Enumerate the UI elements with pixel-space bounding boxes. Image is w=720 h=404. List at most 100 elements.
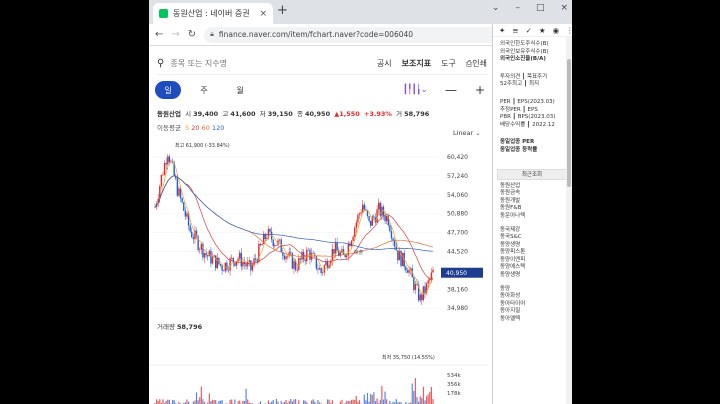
print-button[interactable]: ⎙인쇄 [466,58,487,69]
candle-icon[interactable]: ┃╿┃╽⌄ [403,85,428,95]
maximize-icon[interactable]: □ [536,3,545,13]
candle-body [245,264,247,267]
low-label: 저 [259,110,266,118]
volume-bar [421,397,423,404]
close-label: 종 [296,110,303,118]
recent-stock-link[interactable]: 동양피스톤 [493,249,572,257]
volume-bar [355,395,357,404]
candle-body [317,268,319,270]
period-week-tab[interactable]: 주 [191,81,217,99]
recent-stock-link[interactable]: 동양생명 [493,272,572,280]
side-scrollbar[interactable] [566,37,572,404]
candle-body [430,272,433,280]
volume-bar [424,400,426,404]
volume-bar [155,399,158,404]
recent-stock-link[interactable]: 동아엘텍 [493,316,572,324]
zoom-out-button[interactable]: — [445,83,457,97]
volume-bar [285,399,287,404]
price-chart[interactable]: 60,42057,24054,06050,88047,70044,52041,3… [149,139,492,404]
recent-stock-link[interactable]: 동양에스텍 [493,264,572,272]
candle-body [405,266,407,271]
candle-body [230,257,233,259]
period-selector: 일 주 월 ┃╿┃╽⌄ — + [155,79,485,101]
chart-tools: 공시 보조지표 도구 ⎙인쇄 [377,58,487,69]
candle-body [307,249,310,251]
reload-button[interactable]: ↻ [188,29,196,40]
period-day-tab[interactable]: 일 [155,81,181,99]
forward-button[interactable]: → [171,29,179,40]
recent-stock-link[interactable]: 동국제강 [493,227,572,235]
extension-icon[interactable]: ✦ [499,26,505,35]
recent-stock-link[interactable]: 동아지질 [493,308,572,316]
high-value: 41,600 [230,110,256,118]
volume-bar [247,399,249,404]
candle-body [168,156,171,162]
drawing-tools-button[interactable]: 도구 [441,58,456,69]
volume-bar [395,399,397,404]
ma20-label: 20 [191,124,200,132]
recent-stock-link[interactable]: 동국S&C [493,234,572,242]
industry-info-item: 동일업종 PER [500,139,535,146]
moving-average-legend: 이동평균 5 20 60 120 [157,122,224,132]
ma-annotation-label: 매출 [354,249,364,256]
check-icon[interactable]: ✓ [526,26,532,35]
y-tick-label: 44,520 [447,249,468,256]
volume-bar [171,399,174,404]
volume-tick-label: 534k [447,373,461,379]
side-scroll-thumb[interactable] [567,59,571,187]
stock-search-input[interactable] [170,59,371,68]
url-text[interactable]: finance.naver.com/item/fchart.naver?code… [219,30,517,39]
candle-body [223,270,225,272]
volume-bar [215,400,217,404]
candle-body [280,239,282,253]
candle-body [219,264,222,266]
volume-bar [427,394,429,404]
high-label: 고 [222,110,229,118]
ma-label: 이동평균 [157,124,181,132]
period-month-tab[interactable]: 월 [227,81,253,99]
reading-list-icon[interactable]: ≡ [512,26,518,35]
candle-body [296,269,298,271]
volume-title-value: 58,796 [177,323,203,331]
volume-bar [239,400,241,404]
candle-body [259,244,262,246]
indicators-button[interactable]: 보조지표 [402,58,431,69]
volume-bar [365,400,367,404]
minimize-icon[interactable]: – [515,3,520,13]
recent-stock-link[interactable]: 동원금속 [493,190,572,198]
search-icon[interactable]: ⚲ [157,58,164,69]
close-window-icon[interactable]: × [560,3,568,13]
menu-dots-icon[interactable]: ⋮ [566,26,572,35]
recent-stock-link[interactable]: 동원F&B [493,205,572,213]
tab-search-icon[interactable]: ⌄ [492,3,500,13]
volume-bar [317,399,319,404]
recent-stock-link[interactable]: 동아화성 [493,293,572,301]
zoom-in-button[interactable]: + [475,83,485,97]
candle-body [251,265,254,271]
candle-body [344,254,346,258]
browser-tab[interactable]: 동원산업 : 네이버 증권 × [153,3,273,24]
volume-bar [379,399,381,404]
recent-stock-link[interactable]: 동운아나텍 [493,213,572,221]
new-tab-button[interactable]: + [277,3,288,18]
candle-body [393,240,396,247]
close-tab-icon[interactable]: × [259,9,267,19]
volume-bar [208,393,210,404]
chart-page: ⚲ 공시 보조지표 도구 ⎙인쇄 일 주 월 ┃╿┃╽⌄ — + 동원산업 시 … [149,47,492,404]
candle-body [406,270,409,273]
chart-view-controls: ┃╿┃╽⌄ — + [403,83,485,97]
volume-bar [302,400,305,404]
volume-bar [386,399,388,404]
recent-stock-link[interactable]: 동원산업 [493,183,572,191]
profile-avatar-icon[interactable]: ◉ [553,26,560,35]
recent-view-button[interactable]: 최근조회 [497,168,567,180]
open-value: 39,400 [193,110,219,118]
star-icon[interactable]: ★ [539,26,546,35]
disclosure-button[interactable]: 공시 [377,58,392,69]
candle-body [363,204,365,210]
volume-bar [328,399,330,404]
scale-mode-button[interactable]: Linear ⌄ [453,129,481,137]
max-price-annotation: 최고 61,900 (-33.84%) [175,142,230,149]
volume-bar [197,400,199,404]
back-button[interactable]: ← [155,29,163,40]
